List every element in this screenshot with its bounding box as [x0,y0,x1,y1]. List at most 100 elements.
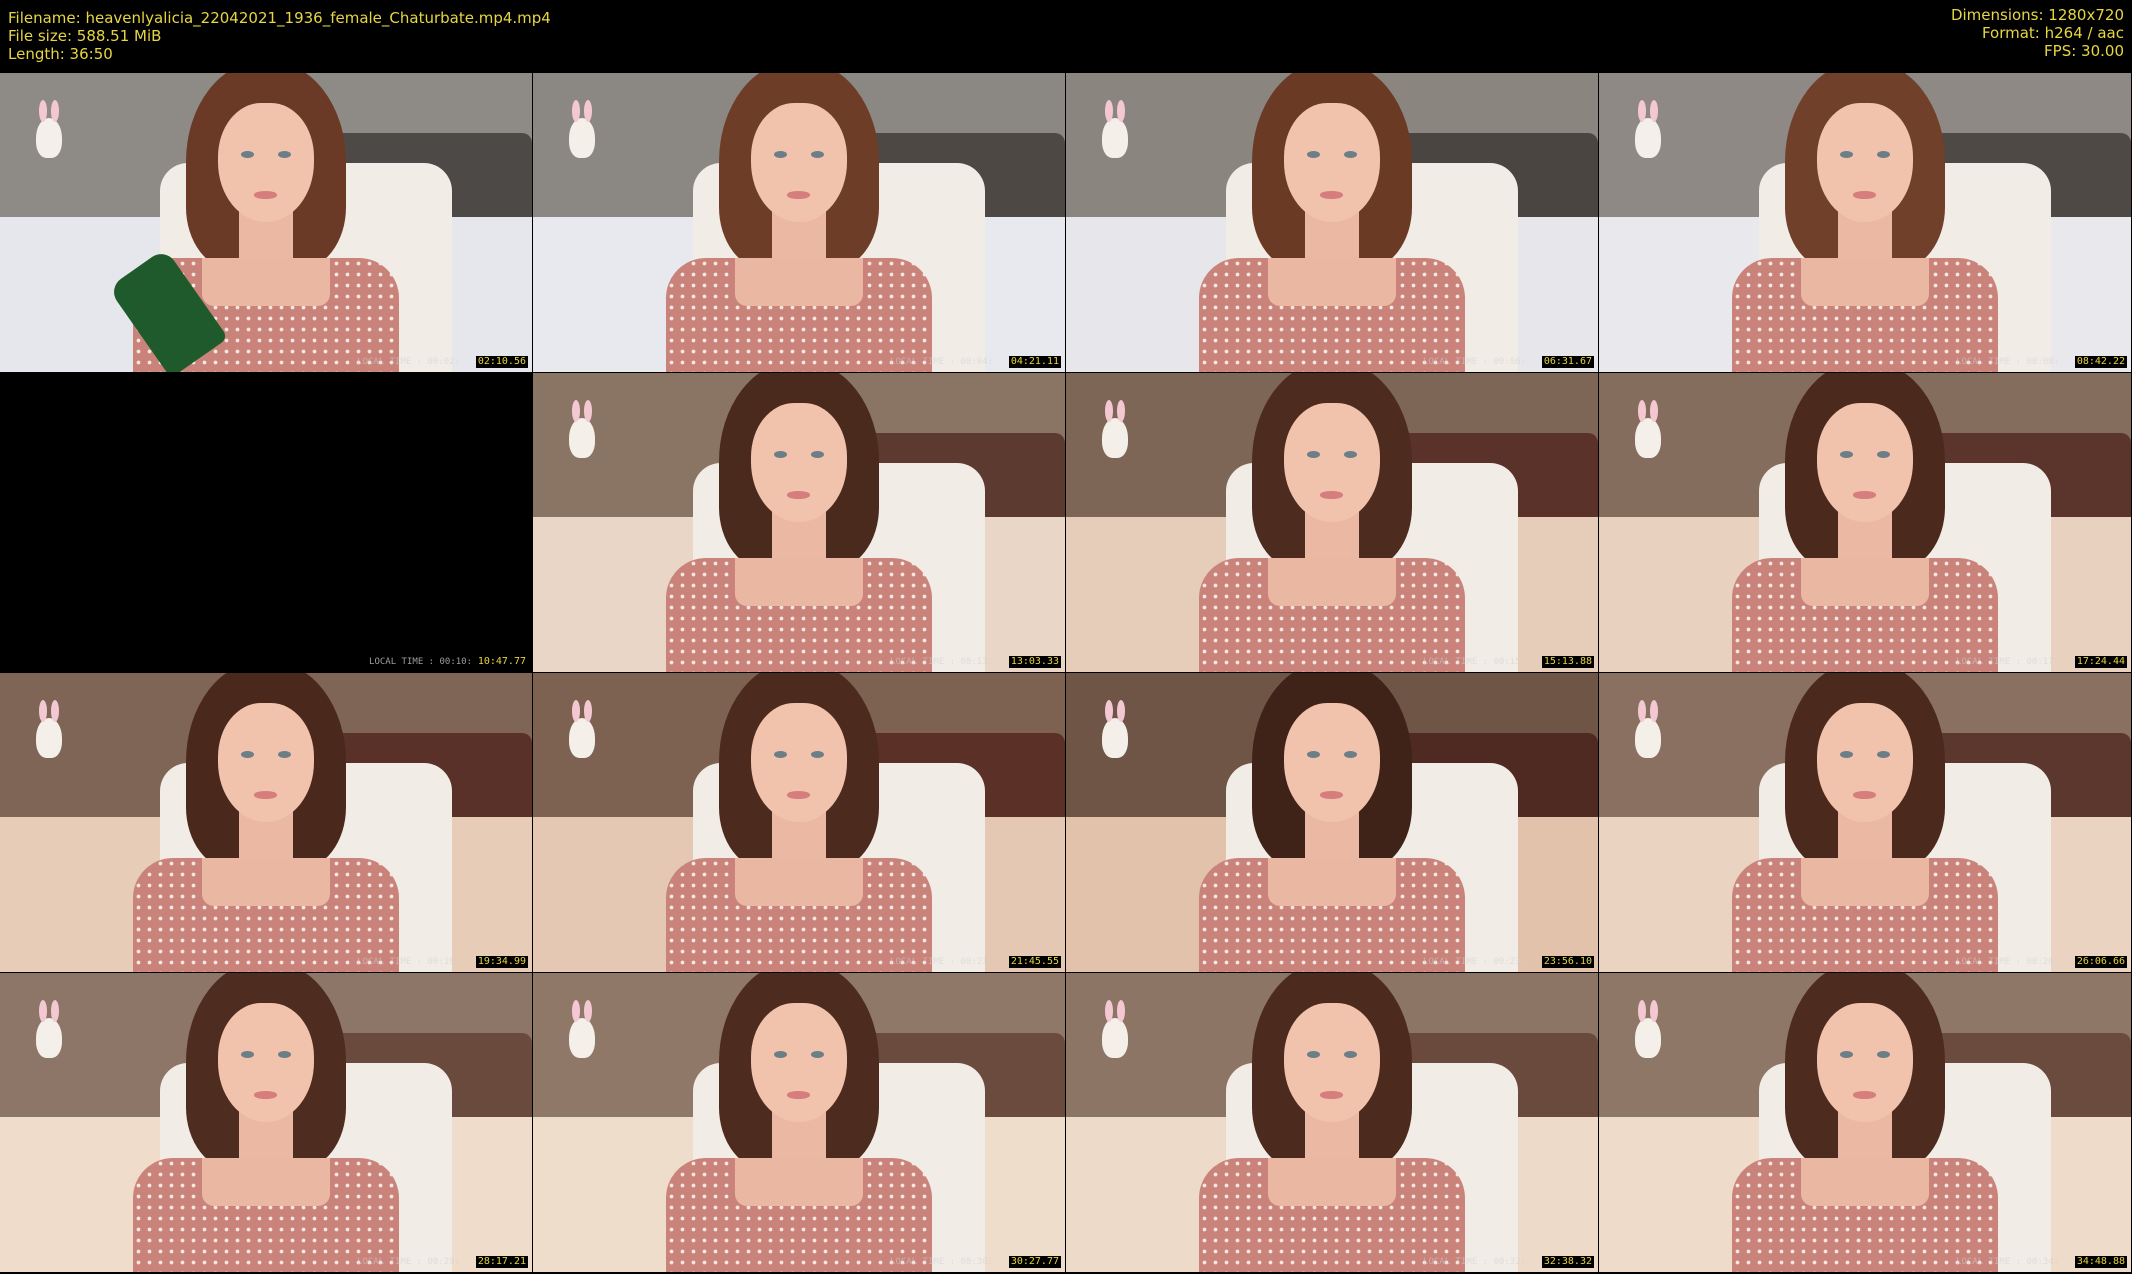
eye [1840,1050,1854,1058]
video-thumbnail[interactable]: LOCAL TIME : 00:08: 08:42.22 [1599,73,2131,372]
local-time-overlay: LOCAL TIME : 00:08: [1956,357,2059,367]
face [1284,1002,1380,1123]
neckline [735,1158,863,1207]
video-thumbnail[interactable]: LOCAL TIME : 00:23: 23:56.10 [1066,673,1598,972]
local-time-overlay: LOCAL TIME : 00:19: [357,957,460,967]
video-thumbnail[interactable]: LOCAL TIME : 00:19: 19:34.99 [0,673,532,972]
person-figure [133,973,399,1272]
bunny-plush [36,100,62,158]
video-thumbnail[interactable]: LOCAL TIME : 00:10: 10:47.77 [0,373,532,672]
face [1817,402,1913,523]
dimensions-text: Dimensions: 1280x720 [1950,6,2124,24]
face [218,702,314,823]
timestamp-label: 04:21.11 [1008,356,1061,368]
bunny-plush [1102,700,1128,758]
face [751,702,847,823]
face [218,102,314,223]
eye [241,750,255,758]
video-thumbnail[interactable]: LOCAL TIME : 00:21: 21:45.55 [533,673,1065,972]
eye [1307,450,1321,458]
timestamp-label: 30:27.77 [1008,1256,1061,1268]
local-time-text: LOCAL TIME : 00:15: [1423,657,1526,667]
neckline [1801,858,1929,907]
file-info: Filename: heavenlyalicia_22042021_1936_f… [8,9,551,63]
person-figure [1732,373,1998,672]
person-figure [1199,973,1465,1272]
neckline [1268,558,1396,607]
local-time-overlay: LOCAL TIME : 00:13: [890,657,993,667]
video-thumbnail[interactable]: LOCAL TIME : 00:06: 06:31.67 [1066,73,1598,372]
local-time-overlay: LOCAL TIME : 00:15: [1423,657,1526,667]
video-thumbnail[interactable]: LOCAL TIME : 00:32: 32:38.32 [1066,973,1598,1272]
filename-text: Filename: heavenlyalicia_22042021_1936_f… [8,9,551,27]
person-figure [666,373,932,672]
video-thumbnail[interactable]: LOCAL TIME : 00:26: 26:06.66 [1599,673,2131,972]
face [1284,102,1380,223]
local-time-text: LOCAL TIME : 00:26: [1956,957,2059,967]
bunny-plush [1635,100,1661,158]
length-text: Length: 36:50 [8,45,113,63]
neckline [1268,858,1396,907]
contact-sheet-header: Filename: heavenlyalicia_22042021_1936_f… [0,0,2132,72]
face [1284,702,1380,823]
person-figure [1199,373,1465,672]
face [1284,402,1380,523]
video-thumbnail[interactable]: LOCAL TIME : 00:28: 28:17.21 [0,973,532,1272]
video-thumbnail[interactable]: LOCAL TIME : 00:34: 34:48.88 [1599,973,2131,1272]
timestamp-label: 02:10.56 [475,356,528,368]
person-figure [1732,673,1998,972]
timestamp-label: 17:24.44 [2074,656,2127,668]
face [751,1002,847,1123]
bunny-plush [1635,700,1661,758]
local-time-overlay: LOCAL TIME : 00:28: [357,1257,460,1267]
eye [277,750,291,758]
video-thumbnail[interactable]: LOCAL TIME : 00:04: 04:21.11 [533,73,1065,372]
neckline [735,258,863,307]
local-time-text: LOCAL TIME : 00:32: [1423,1257,1526,1267]
eye [241,150,255,158]
video-thumbnail[interactable]: LOCAL TIME : 00:17: 17:24.44 [1599,373,2131,672]
lips [1853,791,1877,799]
lips [254,791,278,799]
bunny-plush [36,1000,62,1058]
person-figure [666,673,932,972]
video-thumbnail[interactable]: LOCAL TIME : 00:30: 30:27.77 [533,973,1065,1272]
local-time-overlay: LOCAL TIME : 00:04: [890,357,993,367]
eye [241,1050,255,1058]
local-time-text: LOCAL TIME : 00:19: [357,957,460,967]
timestamp-label: 28:17.21 [475,1256,528,1268]
neckline [1801,1158,1929,1207]
local-time-overlay: LOCAL TIME : 00:17: [1956,657,2059,667]
format-text: Format: h264 / aac [1981,24,2124,42]
person-figure [1732,73,1998,372]
lips [1320,491,1344,499]
bunny-plush [569,700,595,758]
local-time-overlay: LOCAL TIME : 00:32: [1423,1257,1526,1267]
video-thumbnail[interactable]: LOCAL TIME : 00:02: 02:10.56 [0,73,532,372]
local-time-text: LOCAL TIME : 00:23: [1423,957,1526,967]
local-time-text: LOCAL TIME : 00:17: [1956,657,2059,667]
person-figure [133,673,399,972]
timestamp-label: 06:31.67 [1541,356,1594,368]
face [1817,102,1913,223]
neckline [1801,258,1929,307]
neckline [202,858,330,907]
lips [1853,491,1877,499]
thumbnail-grid: LOCAL TIME : 00:02: 02:10.56 LOCAL TIME : … [0,73,2132,1274]
eye [810,150,824,158]
eye [1307,150,1321,158]
video-thumbnail[interactable]: LOCAL TIME : 00:15: 15:13.88 [1066,373,1598,672]
fps-text: FPS: 30.00 [2044,42,2124,60]
bunny-plush [569,100,595,158]
lips [1320,1091,1344,1099]
local-time-text: LOCAL TIME : 00:08: [1956,357,2059,367]
timestamp-label: 15:13.88 [1541,656,1594,668]
eye [1840,450,1854,458]
eye [277,150,291,158]
video-thumbnail[interactable]: LOCAL TIME : 00:13: 13:03.33 [533,373,1065,672]
face [218,1002,314,1123]
filesize-text: File size: 588.51 MiB [8,27,162,45]
eye [774,1050,788,1058]
eye [1876,750,1890,758]
person-figure [666,73,932,372]
